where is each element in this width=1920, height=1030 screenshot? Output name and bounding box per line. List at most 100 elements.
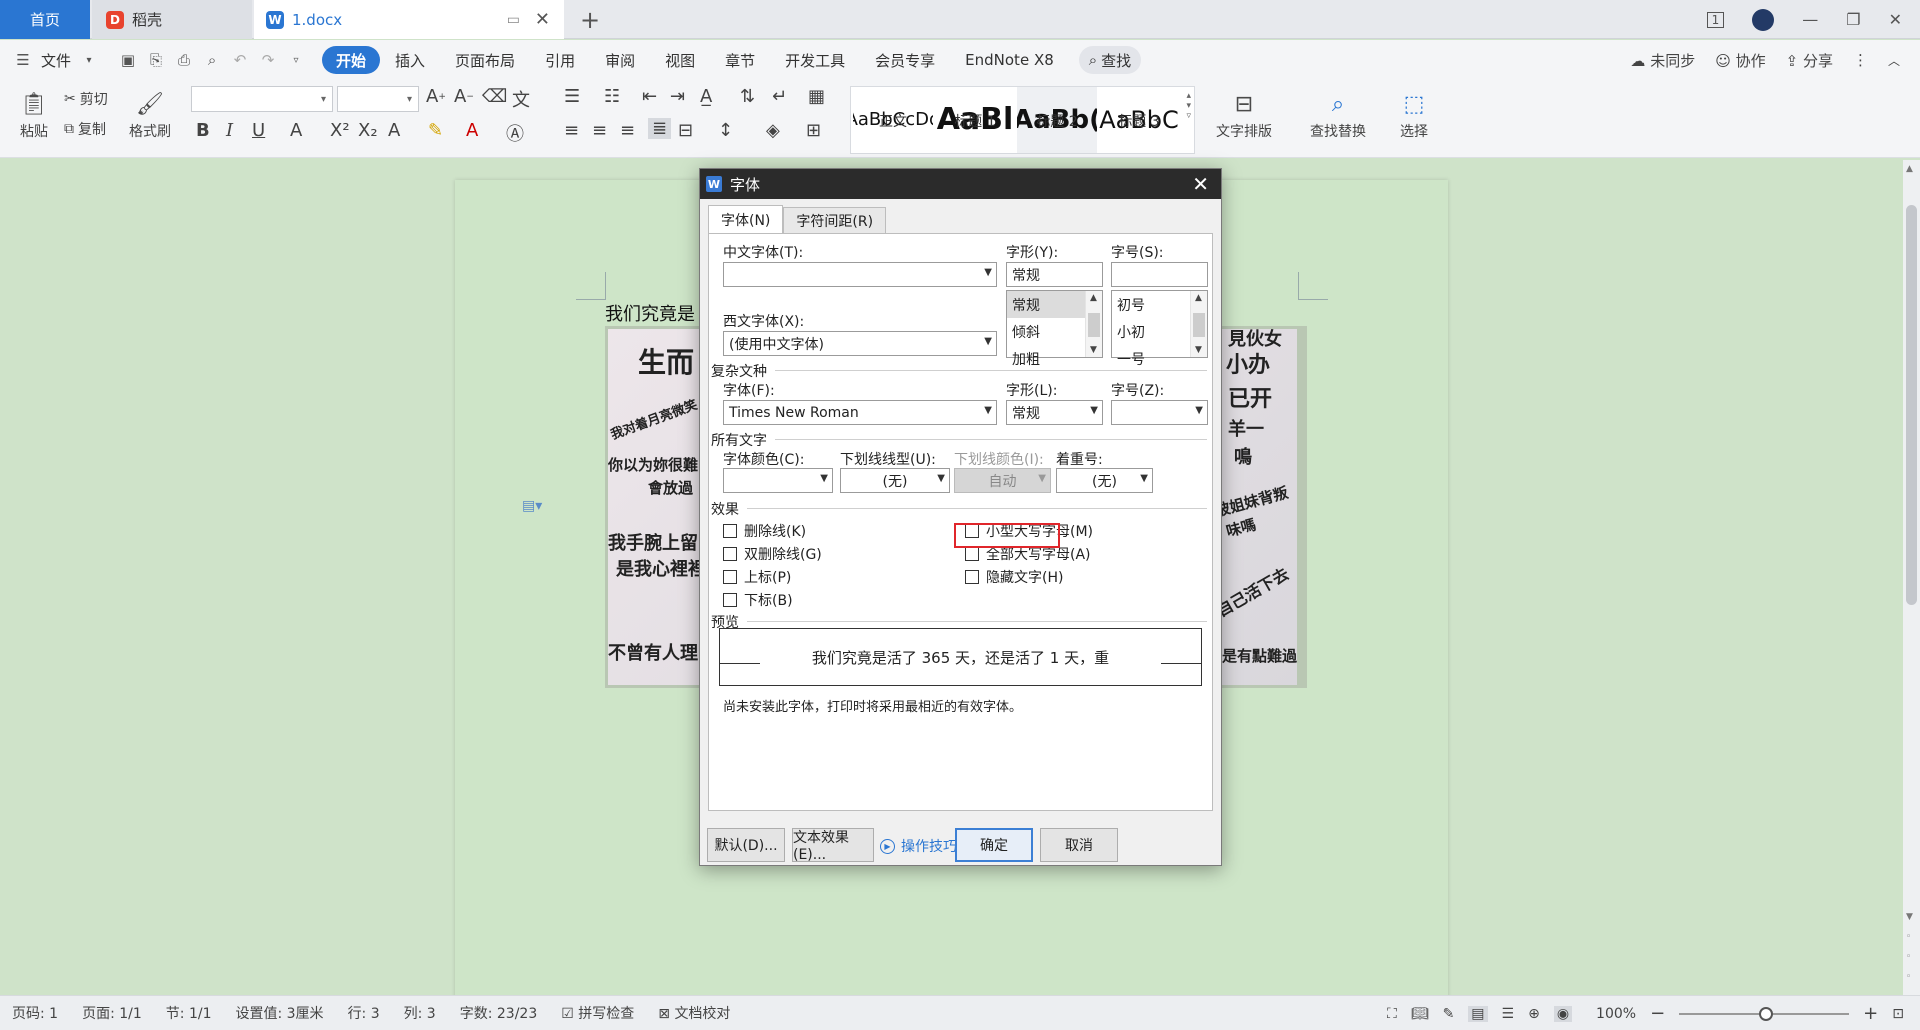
format-painter-button[interactable]: 🖌︎ 格式刷 — [124, 84, 176, 150]
status-word-count[interactable]: 字数: 23/23 — [448, 1003, 550, 1023]
scroll-down-icon[interactable]: ▼ — [1090, 345, 1097, 355]
checkbox-box[interactable] — [723, 593, 737, 607]
page-indicator-icon[interactable]: 1 — [1706, 11, 1725, 28]
increase-indent-icon[interactable]: ⇥ — [670, 86, 685, 107]
cut-button[interactable]: ✂ 剪切 — [64, 88, 108, 110]
minimize-icon[interactable]: — — [1802, 10, 1818, 29]
underline-style-select[interactable]: (无) ▼ — [840, 468, 950, 493]
style-heading-2[interactable]: AaBb( 标题 2 — [1017, 87, 1097, 153]
zoom-level[interactable]: 100% — [1596, 1006, 1636, 1022]
tab-document[interactable]: W 1.docx ▭ ✕ — [254, 0, 564, 39]
default-button[interactable]: 默认(D)... — [707, 828, 785, 862]
next-page-icon[interactable]: ◦ — [1906, 972, 1911, 982]
tips-link[interactable]: ▶ 操作技巧 — [880, 836, 957, 856]
print-icon[interactable]: ⎙ — [175, 51, 193, 69]
checkbox-box[interactable] — [723, 570, 737, 584]
bold-icon[interactable]: B — [196, 120, 210, 141]
style-heading-3[interactable]: AaBbC 标题 3 — [1099, 87, 1179, 153]
checkbox-box[interactable] — [723, 547, 737, 561]
unsynced-button[interactable]: ☁ 未同步 — [1630, 50, 1695, 71]
align-right-icon[interactable]: ≡ — [620, 120, 635, 141]
customize-icon[interactable]: ▿ — [287, 51, 305, 69]
prev-page-icon[interactable]: ◦ — [1906, 932, 1911, 942]
font-size-combo[interactable]: ▾ — [337, 86, 419, 112]
line-spacing-icon[interactable]: ↕ — [718, 120, 733, 141]
scroll-up-icon[interactable]: ▲ — [1195, 293, 1202, 303]
sort-icon[interactable]: ⇅ — [740, 86, 755, 107]
tab-daoke[interactable]: D 稻壳 — [92, 0, 252, 39]
redo-icon[interactable]: ↷ — [259, 51, 277, 69]
checkbox-box[interactable] — [965, 570, 979, 584]
show-marks-icon[interactable]: ↵ — [772, 86, 787, 107]
fit-window-icon[interactable]: ⊡ — [1892, 1006, 1904, 1022]
menu-endnote[interactable]: EndNote X8 — [950, 46, 1069, 74]
font-color-icon[interactable]: A — [466, 120, 478, 141]
undo-icon[interactable]: ↶ — [231, 51, 249, 69]
status-setting[interactable]: 设置值: 3厘米 — [223, 1003, 335, 1023]
dialog-title-bar[interactable]: W 字体 — [700, 169, 1221, 199]
hidden-text-checkbox[interactable]: 隐藏文字(H) — [965, 567, 1063, 587]
print-preview-icon[interactable]: ⌕ — [203, 51, 221, 69]
style-input[interactable]: 常规 — [1006, 262, 1103, 287]
scroll-down-icon[interactable]: ▼ — [1195, 345, 1202, 355]
screen-icon[interactable]: ▭ — [507, 12, 520, 28]
subscript-checkbox[interactable]: 下标(B) — [723, 590, 793, 610]
bullets-icon[interactable]: ☰ — [564, 86, 580, 107]
checkbox-box[interactable] — [965, 547, 979, 561]
numbering-icon[interactable]: ☷ — [604, 86, 620, 107]
close-tab-icon[interactable]: ✕ — [535, 9, 550, 30]
grow-font-icon[interactable]: A + — [426, 86, 446, 107]
font-name-combo[interactable]: ▾ — [191, 86, 333, 112]
borders-icon[interactable]: ⊞ — [806, 120, 821, 141]
text-effect-icon[interactable]: A — [388, 120, 400, 141]
text-effects-button[interactable]: 文本效果(E)... — [792, 828, 874, 863]
status-pages[interactable]: 页面: 1/1 — [70, 1003, 154, 1023]
underline-icon[interactable]: U — [252, 120, 265, 141]
text-layout-button[interactable]: ⊟ 文字排版 — [1204, 84, 1284, 150]
file-menu[interactable]: 文件 — [37, 46, 75, 74]
tab-font[interactable]: 字体(N) — [708, 205, 784, 233]
hamburger-icon[interactable]: ☰ — [14, 51, 32, 69]
highlight-icon[interactable]: ✎ — [428, 120, 443, 141]
copy-button[interactable]: ⧉ 复制 — [64, 118, 106, 140]
outline-view-icon[interactable]: ☰ — [1502, 1006, 1515, 1022]
gallery-scroll-icon[interactable]: ▴ ▾ ▿ — [1186, 91, 1191, 121]
export-icon[interactable]: ⎘ — [147, 51, 165, 69]
shading-icon[interactable]: ◈ — [766, 120, 780, 141]
chinese-layout-icon[interactable]: A̲ — [700, 86, 712, 107]
size-list-scrollbar[interactable]: ▲ ▼ — [1190, 291, 1207, 357]
status-section[interactable]: 节: 1/1 — [154, 1003, 224, 1023]
status-row[interactable]: 行: 3 — [336, 1003, 392, 1023]
menu-page-layout[interactable]: 页面布局 — [440, 46, 530, 74]
fullscreen-icon[interactable]: ⛶ — [1387, 1006, 1397, 1022]
zoom-out-icon[interactable]: − — [1650, 1003, 1665, 1024]
select-button[interactable]: ⬚ 选择 — [1386, 84, 1442, 150]
new-tab-icon[interactable]: + — [580, 6, 600, 34]
menu-chapter[interactable]: 章节 — [710, 46, 770, 74]
shrink-font-icon[interactable]: A − — [454, 86, 474, 107]
emphasis-select[interactable]: (无) ▼ — [1056, 468, 1153, 493]
double-strikethrough-checkbox[interactable]: 双删除线(G) — [723, 544, 822, 564]
scroll-thumb[interactable] — [1088, 313, 1100, 337]
phonetic-icon[interactable]: 文 — [512, 86, 530, 112]
checkbox-box[interactable] — [723, 524, 737, 538]
restore-icon[interactable]: ❐ — [1846, 10, 1860, 29]
web-view-icon[interactable]: ⊕ — [1528, 1006, 1540, 1022]
align-center-icon[interactable]: ≡ — [592, 120, 607, 141]
edit-mode-icon[interactable]: ✎ — [1443, 1006, 1455, 1022]
char-border-icon[interactable]: Ⓐ — [506, 120, 524, 146]
doc-proof-button[interactable]: ⊠ 文档校对 — [646, 1003, 742, 1023]
more-icon[interactable]: ⋮ — [1853, 51, 1868, 69]
clear-format-icon[interactable]: ⌫ — [482, 86, 507, 107]
strikethrough-checkbox[interactable]: 删除线(K) — [723, 521, 806, 541]
cancel-button[interactable]: 取消 — [1040, 828, 1118, 862]
menu-insert[interactable]: 插入 — [380, 46, 440, 74]
zoom-in-icon[interactable]: + — [1863, 1003, 1878, 1024]
search-box[interactable]: ⌕ 查找 — [1078, 46, 1142, 74]
italic-icon[interactable]: I — [226, 120, 233, 141]
paragraph-handle-icon[interactable]: ▤▾ — [522, 498, 542, 514]
browse-object-icon[interactable]: ◦ — [1906, 952, 1911, 962]
collab-button[interactable]: ☺ 协作 — [1715, 50, 1765, 71]
spell-check-button[interactable]: ☑ 拼写检查 — [549, 1003, 646, 1023]
scroll-down-icon[interactable]: ▼ — [1906, 912, 1913, 922]
